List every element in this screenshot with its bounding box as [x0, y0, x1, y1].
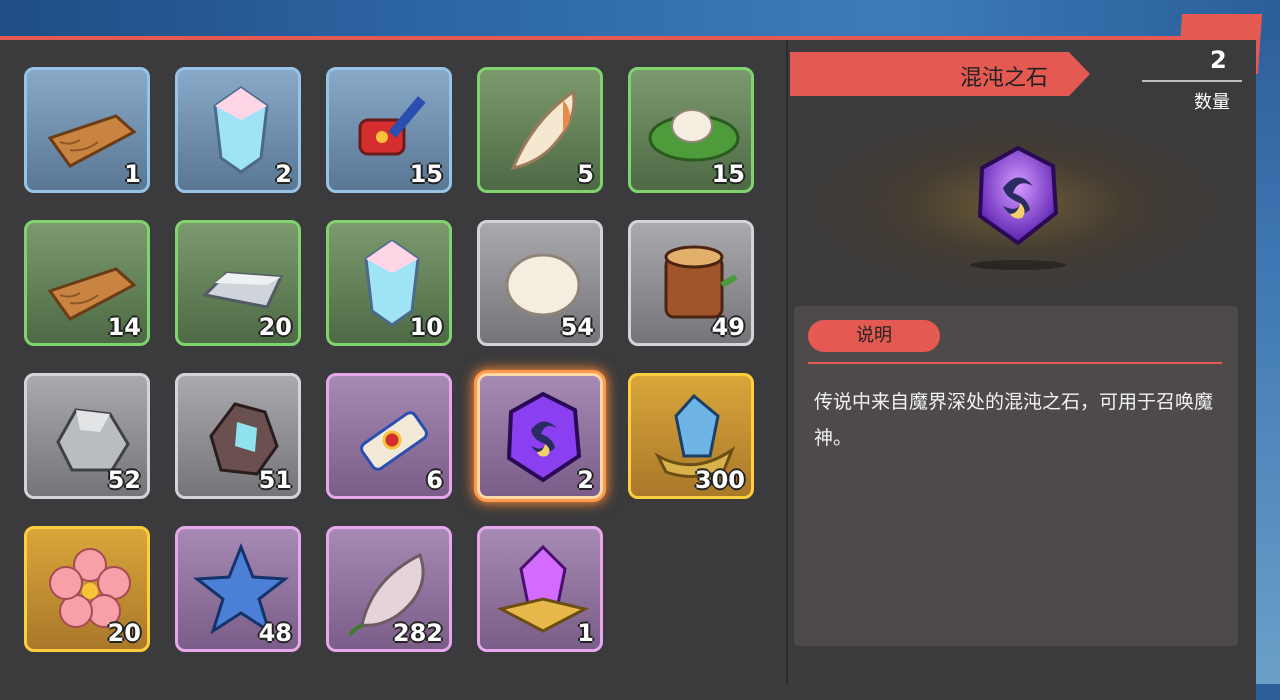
inventory-slot[interactable]: 14 — [24, 220, 150, 346]
panel-divider — [786, 40, 788, 684]
item-count: 14 — [107, 313, 141, 341]
item-count: 54 — [560, 313, 594, 341]
item-preview — [790, 110, 1240, 300]
item-count: 51 — [258, 466, 292, 494]
inventory-slot[interactable]: 49 — [628, 220, 754, 346]
item-count: 20 — [107, 619, 141, 647]
item-count: 1 — [577, 619, 594, 647]
inventory-slot[interactable]: 10 — [326, 220, 452, 346]
item-count: 5 — [577, 160, 594, 188]
inventory-slot[interactable]: 15 — [628, 67, 754, 193]
item-count: 15 — [711, 160, 745, 188]
item-count: 48 — [258, 619, 292, 647]
item-count: 15 — [409, 160, 443, 188]
inventory-slot[interactable]: 282 — [326, 526, 452, 652]
item-count: 49 — [711, 313, 745, 341]
inventory-slot[interactable]: 2 — [175, 67, 301, 193]
background-sky — [0, 0, 1280, 40]
item-quantity: 2 — [1210, 46, 1227, 74]
inventory-slot[interactable]: 1 — [477, 526, 603, 652]
inventory-slot[interactable]: 2 — [477, 373, 603, 499]
preview-shadow — [970, 260, 1066, 270]
inventory-slot[interactable]: 5 — [477, 67, 603, 193]
item-title: 混沌之石 — [960, 66, 1049, 91]
inventory-slot[interactable]: 51 — [175, 373, 301, 499]
inventory-slot[interactable]: 52 — [24, 373, 150, 499]
inventory-slot[interactable]: 20 — [24, 526, 150, 652]
description-tab[interactable]: 说明 — [808, 320, 940, 352]
item-count: 282 — [392, 619, 443, 647]
item-count: 300 — [694, 466, 745, 494]
item-count: 2 — [577, 466, 594, 494]
item-count: 52 — [107, 466, 141, 494]
quantity-underline — [1142, 80, 1242, 82]
inventory-slot[interactable]: 15 — [326, 67, 452, 193]
item-count: 10 — [409, 313, 443, 341]
description-text: 传说中来自魔界深处的混沌之石，可用于召唤魔神。 — [814, 391, 1214, 449]
inventory-slot[interactable]: 48 — [175, 526, 301, 652]
inventory-slot[interactable]: 1 — [24, 67, 150, 193]
item-count: 1 — [124, 160, 141, 188]
description-divider — [808, 362, 1222, 364]
chaos-stone-icon — [977, 145, 1059, 246]
inventory-slot[interactable]: 20 — [175, 220, 301, 346]
description-box — [794, 306, 1238, 646]
inventory-slot[interactable]: 54 — [477, 220, 603, 346]
inventory-slot[interactable]: 300 — [628, 373, 754, 499]
item-count: 20 — [258, 313, 292, 341]
item-count: 6 — [426, 466, 443, 494]
item-count: 2 — [275, 160, 292, 188]
inventory-slot[interactable]: 6 — [326, 373, 452, 499]
